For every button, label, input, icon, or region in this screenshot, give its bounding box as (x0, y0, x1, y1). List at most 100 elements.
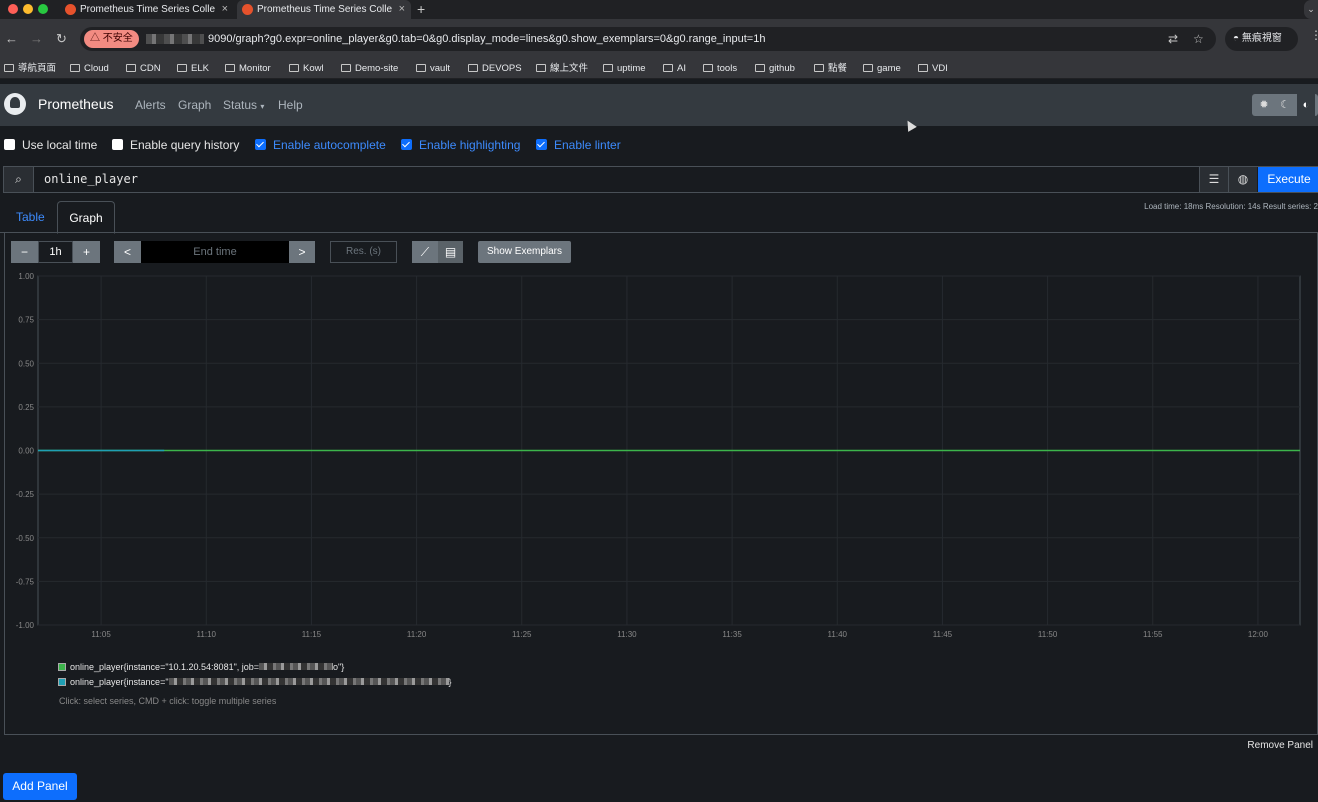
bookmark-folder[interactable]: AI (663, 61, 686, 77)
bookmark-folder[interactable]: Demo-site (341, 61, 398, 77)
bookmark-folder[interactable]: DEVOPS (468, 61, 522, 77)
forward-arrow-icon[interactable]: → (30, 31, 43, 46)
prometheus-favicon-icon (65, 4, 76, 15)
not-secure-badge[interactable]: △ 不安全 (84, 30, 139, 48)
legend-item[interactable]: online_player{instance="} (58, 677, 452, 687)
folder-icon (703, 64, 713, 72)
remove-panel-link[interactable]: Remove Panel (1247, 740, 1313, 751)
bookmark-folder[interactable]: 點餐 (814, 61, 847, 77)
prev-end-time-button[interactable]: < (114, 241, 141, 263)
end-time-input[interactable]: End time (141, 241, 289, 263)
bookmark-folder[interactable]: vault (416, 61, 450, 77)
add-panel-button[interactable]: Add Panel (3, 773, 77, 800)
bookmark-star-icon[interactable]: ☆ (1193, 32, 1204, 46)
bookmark-folder[interactable]: uptime (603, 61, 646, 77)
checkbox[interactable] (401, 139, 412, 150)
bookmark-folder[interactable]: 線上文件 (536, 61, 588, 77)
close-window-button[interactable] (8, 4, 18, 14)
series-color-swatch (58, 678, 66, 686)
bookmark-folder[interactable]: Cloud (70, 61, 109, 77)
maximize-window-button[interactable] (38, 4, 48, 14)
close-tab-icon[interactable]: × (222, 0, 228, 19)
bookmark-folder[interactable]: 導航頁面 (4, 61, 56, 77)
option-autocomplete[interactable]: Enable autocomplete (255, 136, 386, 154)
checkbox[interactable] (536, 139, 547, 150)
execute-button[interactable]: Execute (1258, 167, 1318, 192)
folder-icon (755, 64, 765, 72)
nav-status[interactable]: Status ▾ (223, 98, 264, 112)
browser-tab-2[interactable]: Prometheus Time Series Colle × (237, 0, 411, 19)
checkbox[interactable] (255, 139, 266, 150)
bookmark-folder[interactable]: game (863, 61, 901, 77)
folder-icon (468, 64, 478, 72)
series-color-swatch (58, 663, 66, 671)
folder-icon (225, 64, 235, 72)
range-input[interactable]: 1h (38, 241, 73, 263)
folder-icon (663, 64, 673, 72)
folder-icon (4, 64, 14, 72)
folder-icon (918, 64, 928, 72)
tab-search-chevron-icon[interactable]: ⌄ (1304, 0, 1318, 19)
bookmark-folder[interactable]: tools (703, 61, 737, 77)
back-arrow-icon[interactable]: ← (5, 31, 18, 46)
bookmark-folder[interactable]: VDI (918, 61, 948, 77)
decrease-range-button[interactable]: − (11, 241, 38, 263)
minimize-window-button[interactable] (23, 4, 33, 14)
checkbox[interactable] (112, 139, 123, 150)
line-chart-icon[interactable]: ⟋ (412, 241, 438, 263)
tab-table[interactable]: Table (4, 201, 57, 233)
option-linter[interactable]: Enable linter (536, 136, 621, 154)
option-use-local-time[interactable]: Use local time (4, 136, 97, 154)
graph-panel (4, 233, 1318, 735)
metrics-explorer-icon[interactable]: ◍ (1228, 167, 1257, 192)
prometheus-favicon-icon (242, 4, 253, 15)
incognito-indicator[interactable]: ◓ 無痕視窗 (1225, 27, 1298, 51)
folder-icon (814, 64, 824, 72)
checkbox[interactable] (4, 139, 15, 150)
browser-toolbar: ← → ↻ △ 不安全 9090/graph?g0.expr=online_pl… (0, 19, 1318, 59)
increase-range-button[interactable]: + (73, 241, 100, 263)
nav-alerts[interactable]: Alerts (135, 98, 166, 112)
nav-help[interactable]: Help (278, 98, 303, 112)
resolution-input[interactable]: Res. (s) (330, 241, 397, 263)
auto-theme-icon[interactable]: ◐ (1297, 94, 1315, 116)
bookmark-folder[interactable]: github (755, 61, 795, 77)
light-theme-icon[interactable]: ✹ (1255, 94, 1273, 116)
format-expression-icon[interactable]: ☰ (1199, 167, 1228, 192)
new-tab-button[interactable]: + (417, 0, 425, 18)
close-tab-icon[interactable]: × (399, 0, 405, 19)
legend-hint: Click: select series, CMD + click: toggl… (59, 696, 277, 706)
folder-icon (536, 64, 546, 72)
query-stats: Load time: 18ms Resolution: 14s Result s… (1144, 202, 1318, 211)
tab-title: Prometheus Time Series Colle (80, 4, 216, 15)
tab-graph[interactable]: Graph (57, 201, 115, 234)
url-text[interactable]: 9090/graph?g0.expr=online_player&g0.tab=… (208, 27, 765, 51)
show-exemplars-button[interactable]: Show Exemplars (478, 241, 571, 263)
reload-icon[interactable]: ↻ (56, 31, 67, 47)
bookmark-folder[interactable]: CDN (126, 61, 161, 77)
stacked-chart-icon[interactable]: ▤ (438, 241, 463, 263)
bookmark-folder[interactable]: ELK (177, 61, 209, 77)
bookmark-folder[interactable]: Monitor (225, 61, 271, 77)
caret-down-icon: ▾ (260, 102, 265, 111)
panel-tabs: Table Graph (0, 201, 1318, 234)
legend-item[interactable]: online_player{instance="10.1.20.54:8081"… (58, 662, 344, 672)
theme-switcher: ✹ ☾ ◐ (1252, 94, 1318, 116)
expression-input[interactable]: online_player (44, 167, 138, 192)
bookmark-folder[interactable]: Kowl (289, 61, 324, 77)
option-query-history[interactable]: Enable query history (112, 136, 239, 154)
dark-theme-icon[interactable]: ☾ (1276, 94, 1294, 116)
brand-link[interactable]: Prometheus (38, 96, 113, 112)
translate-icon[interactable]: ⇄ (1168, 32, 1178, 46)
browser-tab-1[interactable]: Prometheus Time Series Colle × (60, 0, 234, 19)
address-bar[interactable]: △ 不安全 9090/graph?g0.expr=online_player&g… (80, 27, 1216, 51)
folder-icon (603, 64, 613, 72)
browser-menu-icon[interactable]: ⋮ (1310, 28, 1318, 42)
option-highlighting[interactable]: Enable highlighting (401, 136, 520, 154)
next-end-time-button[interactable]: > (289, 241, 315, 263)
nav-graph[interactable]: Graph (178, 98, 211, 112)
folder-icon (70, 64, 80, 72)
incognito-label: 無痕視窗 (1241, 33, 1282, 44)
folder-icon (177, 64, 187, 72)
prometheus-logo-icon[interactable] (4, 93, 26, 115)
